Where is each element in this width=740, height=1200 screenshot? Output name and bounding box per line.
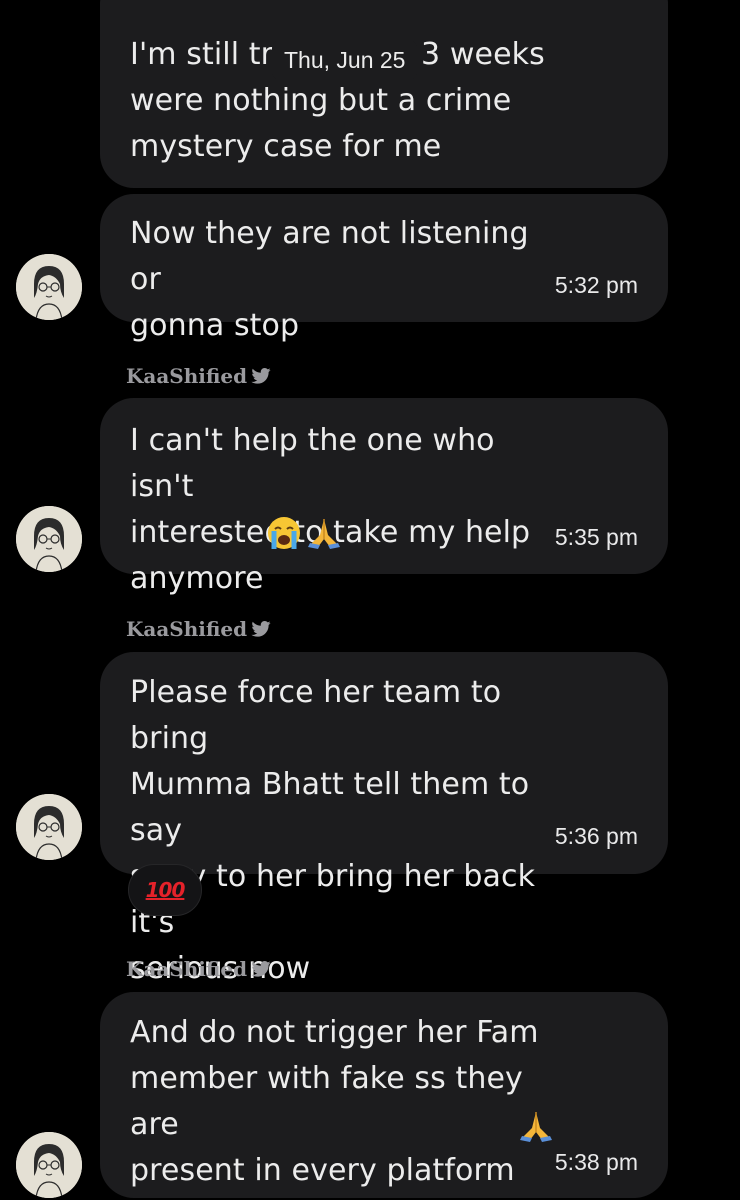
avatar[interactable]: [16, 1132, 82, 1198]
avatar-icon: [16, 794, 82, 860]
folded-hands-icon: [518, 1108, 554, 1148]
message-bubble[interactable]: I can't help the one who isn't intereste…: [100, 398, 668, 596]
avatar-icon: [16, 506, 82, 572]
message-time: 5:35 pm: [554, 524, 638, 550]
message-bubble[interactable]: Please force her team to bring Mumma Bha…: [100, 652, 668, 986]
message-bubble[interactable]: I'm still trying, last 3 weeks were noth…: [100, 0, 668, 188]
sender-name[interactable]: KaaShified: [126, 617, 271, 641]
sender-name-text: KaaShified: [126, 617, 248, 641]
avatar[interactable]: [16, 506, 82, 572]
avatar-icon: [16, 1132, 82, 1198]
sender-name[interactable]: KaaShified: [126, 957, 271, 981]
avatar[interactable]: [16, 794, 82, 860]
message-text: Now they are not listening or gonna stop: [130, 216, 529, 343]
message-time: 5:38 pm: [554, 1149, 638, 1175]
twitter-bird-icon: [251, 961, 271, 977]
twitter-bird-icon: [251, 621, 271, 637]
message-text: And do not trigger her Fam member with f…: [130, 1015, 539, 1188]
sender-name-text: KaaShified: [126, 364, 248, 388]
message-text: Please force her team to bring Mumma Bha…: [130, 675, 536, 986]
message-time: 5:32 pm: [554, 272, 638, 298]
reaction-badge[interactable]: 100: [128, 864, 202, 916]
crying-face-icon: [266, 515, 302, 555]
date-header: Thu, Jun 25: [272, 40, 418, 80]
message-bubble[interactable]: And do not trigger her Fam member with f…: [100, 992, 668, 1198]
avatar[interactable]: [16, 254, 82, 320]
message-time: 5:36 pm: [554, 823, 638, 849]
sender-name[interactable]: KaaShified: [126, 364, 271, 388]
message-text: I can't help the one who isn't intereste…: [130, 423, 531, 596]
folded-hands-icon: [306, 515, 342, 555]
avatar-icon: [16, 254, 82, 320]
hundred-points-icon: 100: [145, 878, 186, 902]
sender-name-text: KaaShified: [126, 957, 248, 981]
message-bubble[interactable]: Now they are not listening or gonna stop…: [100, 194, 668, 343]
twitter-bird-icon: [251, 368, 271, 384]
